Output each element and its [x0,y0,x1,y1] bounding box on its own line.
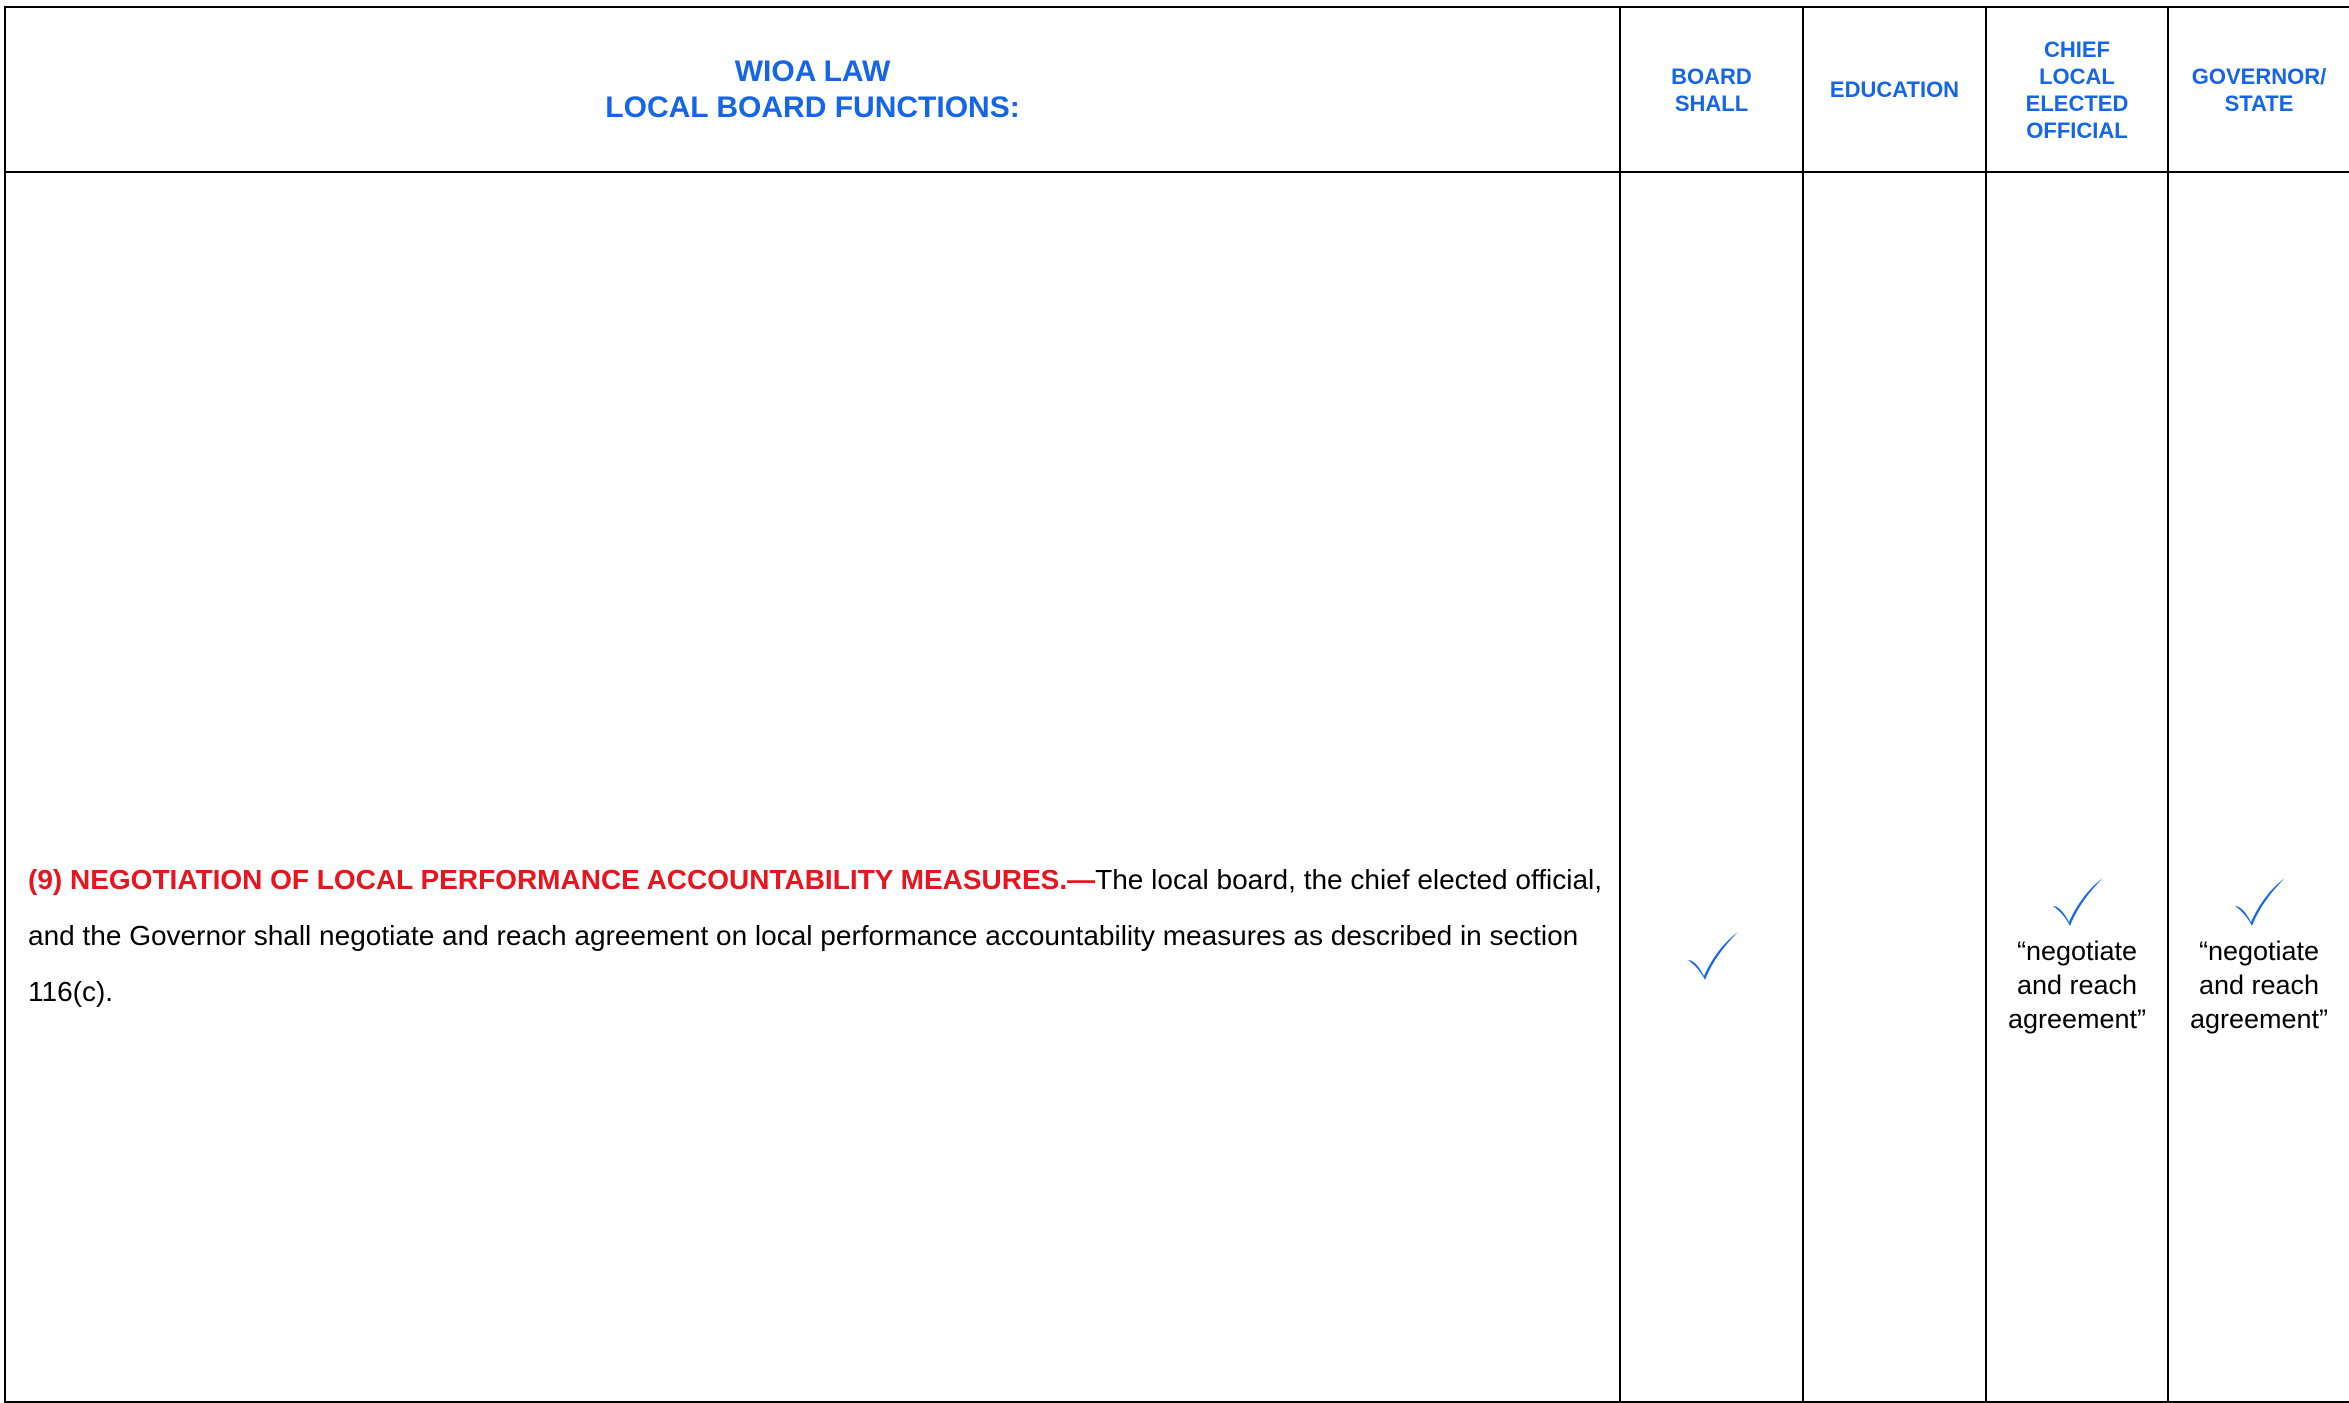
gov-note-line-3: agreement” [2189,1003,2329,1034]
col-header-gov-line-1: GOVERNOR/ [2191,63,2327,89]
function-heading: (9) NEGOTIATION OF LOCAL PERFORMANCE ACC… [28,864,1096,895]
law-title-line-2: LOCAL BOARD FUNCTIONS: [605,90,1020,124]
gov-note: “negotiate and reach agreement” [2169,934,2349,1036]
col-header-board-shall: BOARD SHALL [1619,6,1804,173]
check-mark-icon [2053,877,2103,926]
function-row-9: (9) NEGOTIATION OF LOCAL PERFORMANCE ACC… [4,171,2349,1403]
ceo-note: “negotiate and reach agreement” [1987,934,2167,1036]
governor-mark-cell: “negotiate and reach agreement” [2167,171,2349,1403]
col-header-ceo-line-3: ELECTED [2025,90,2129,116]
col-header-ceo-line-4: OFFICIAL [2026,117,2128,143]
check-mark-icon [1687,931,1738,980]
col-header-gov-line-2: STATE [2224,90,2294,116]
education-mark-cell [1802,171,1987,1403]
gov-note-line-1: “negotiate [2198,935,2320,966]
check-mark-icon [2235,877,2285,926]
gov-note-line-2: and reach [2198,969,2320,1000]
col-header-board-shall-line-1: BOARD [1671,63,1752,89]
col-header-board-shall-line-2: SHALL [1674,90,1749,116]
col-header-ceo-line-1: CHIEF [2044,36,2110,62]
law-title-line-1: WIOA LAW [734,54,891,88]
col-header-chief-local-elected-official: CHIEF LOCAL ELECTED OFFICIAL [1985,6,2169,173]
col-header-governor-state: GOVERNOR/ STATE [2167,6,2349,173]
ceo-note-line-2: and reach [2016,969,2138,1000]
col-header-education: EDUCATION [1802,6,1987,173]
function-text: (9) NEGOTIATION OF LOCAL PERFORMANCE ACC… [6,554,1619,1020]
ceo-note-line-1: “negotiate [2016,935,2138,966]
ceo-mark-cell: “negotiate and reach agreement” [1985,171,2169,1403]
law-title: WIOA LAW LOCAL BOARD FUNCTIONS: [6,54,1619,126]
header-row: WIOA LAW LOCAL BOARD FUNCTIONS: BOARD SH… [4,6,2349,173]
ceo-note-line-3: agreement” [2007,1003,2147,1034]
law-title-cell: WIOA LAW LOCAL BOARD FUNCTIONS: [4,6,1621,173]
board-shall-mark-cell [1619,171,1804,1403]
function-text-cell: (9) NEGOTIATION OF LOCAL PERFORMANCE ACC… [4,171,1621,1403]
col-header-ceo-line-2: LOCAL [2039,63,2115,89]
col-header-education-line-1: EDUCATION [1829,77,1960,102]
wioa-functions-table: WIOA LAW LOCAL BOARD FUNCTIONS: BOARD SH… [4,6,2349,1403]
